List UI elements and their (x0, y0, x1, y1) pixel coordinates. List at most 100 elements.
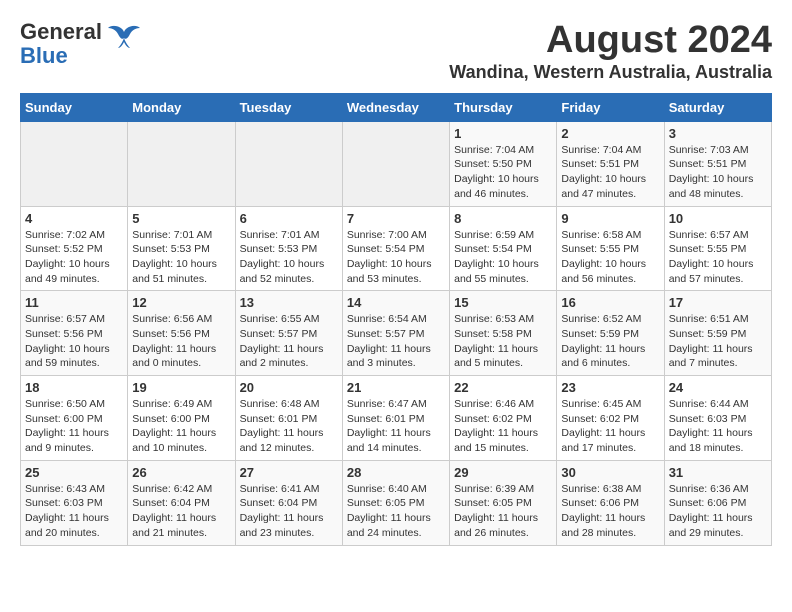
day-number: 31 (669, 465, 767, 480)
day-number: 6 (240, 211, 338, 226)
day-number: 22 (454, 380, 552, 395)
calendar-cell: 27 Sunrise: 6:41 AM Sunset: 6:04 PM Dayli… (235, 460, 342, 545)
calendar-cell: 7 Sunrise: 7:00 AM Sunset: 5:54 PM Daylig… (342, 206, 449, 291)
day-number: 14 (347, 295, 445, 310)
day-number: 11 (25, 295, 123, 310)
calendar-cell: 25 Sunrise: 6:43 AM Sunset: 6:03 PM Dayli… (21, 460, 128, 545)
calendar-cell (128, 121, 235, 206)
header-day-sunday: Sunday (21, 93, 128, 121)
header-day-thursday: Thursday (450, 93, 557, 121)
day-detail: Sunrise: 6:52 AM Sunset: 5:59 PM Dayligh… (561, 312, 659, 371)
day-detail: Sunrise: 6:49 AM Sunset: 6:00 PM Dayligh… (132, 397, 230, 456)
calendar-cell: 1 Sunrise: 7:04 AM Sunset: 5:50 PM Daylig… (450, 121, 557, 206)
day-detail: Sunrise: 7:04 AM Sunset: 5:50 PM Dayligh… (454, 143, 552, 202)
day-number: 27 (240, 465, 338, 480)
day-number: 19 (132, 380, 230, 395)
calendar-cell: 15Sunrise: 6:53 AM Sunset: 5:58 PM Dayli… (450, 291, 557, 376)
calendar-week-1: 1 Sunrise: 7:04 AM Sunset: 5:50 PM Daylig… (21, 121, 772, 206)
day-number: 15 (454, 295, 552, 310)
day-detail: Sunrise: 6:44 AM Sunset: 6:03 PM Dayligh… (669, 397, 767, 456)
day-detail: Sunrise: 6:36 AM Sunset: 6:06 PM Dayligh… (669, 482, 767, 541)
page-header: General Blue August 2024 Wandina, Wester… (20, 20, 772, 83)
day-detail: Sunrise: 6:58 AM Sunset: 5:55 PM Dayligh… (561, 228, 659, 287)
day-number: 21 (347, 380, 445, 395)
header-day-tuesday: Tuesday (235, 93, 342, 121)
calendar-cell: 10 Sunrise: 6:57 AM Sunset: 5:55 PM Dayli… (664, 206, 771, 291)
calendar-body: 1 Sunrise: 7:04 AM Sunset: 5:50 PM Daylig… (21, 121, 772, 545)
day-number: 18 (25, 380, 123, 395)
calendar-cell: 26Sunrise: 6:42 AM Sunset: 6:04 PM Dayli… (128, 460, 235, 545)
day-number: 10 (669, 211, 767, 226)
calendar-cell: 13Sunrise: 6:55 AM Sunset: 5:57 PM Dayli… (235, 291, 342, 376)
day-detail: Sunrise: 6:47 AM Sunset: 6:01 PM Dayligh… (347, 397, 445, 456)
day-detail: Sunrise: 6:42 AM Sunset: 6:04 PM Dayligh… (132, 482, 230, 541)
day-number: 7 (347, 211, 445, 226)
calendar-cell: 28 Sunrise: 6:40 AM Sunset: 6:05 PM Dayli… (342, 460, 449, 545)
day-detail: Sunrise: 6:55 AM Sunset: 5:57 PM Dayligh… (240, 312, 338, 371)
calendar-cell: 11 Sunrise: 6:57 AM Sunset: 5:56 PM Dayli… (21, 291, 128, 376)
day-detail: Sunrise: 6:45 AM Sunset: 6:02 PM Dayligh… (561, 397, 659, 456)
calendar-table: SundayMondayTuesdayWednesdayThursdayFrid… (20, 93, 772, 546)
day-detail: Sunrise: 7:01 AM Sunset: 5:53 PM Dayligh… (240, 228, 338, 287)
calendar-cell: 17 Sunrise: 6:51 AM Sunset: 5:59 PM Dayli… (664, 291, 771, 376)
day-number: 29 (454, 465, 552, 480)
day-detail: Sunrise: 6:59 AM Sunset: 5:54 PM Dayligh… (454, 228, 552, 287)
day-detail: Sunrise: 7:03 AM Sunset: 5:51 PM Dayligh… (669, 143, 767, 202)
calendar-cell: 19 Sunrise: 6:49 AM Sunset: 6:00 PM Dayli… (128, 376, 235, 461)
day-number: 8 (454, 211, 552, 226)
calendar-cell: 12 Sunrise: 6:56 AM Sunset: 5:56 PM Dayli… (128, 291, 235, 376)
calendar-cell: 24 Sunrise: 6:44 AM Sunset: 6:03 PM Dayli… (664, 376, 771, 461)
calendar-cell: 14 Sunrise: 6:54 AM Sunset: 5:57 PM Dayli… (342, 291, 449, 376)
day-number: 2 (561, 126, 659, 141)
title-block: August 2024 Wandina, Western Australia, … (449, 20, 772, 83)
day-number: 5 (132, 211, 230, 226)
day-detail: Sunrise: 6:46 AM Sunset: 6:02 PM Dayligh… (454, 397, 552, 456)
calendar-cell: 4 Sunrise: 7:02 AM Sunset: 5:52 PM Daylig… (21, 206, 128, 291)
day-detail: Sunrise: 6:50 AM Sunset: 6:00 PM Dayligh… (25, 397, 123, 456)
day-number: 1 (454, 126, 552, 141)
calendar-cell: 23Sunrise: 6:45 AM Sunset: 6:02 PM Dayli… (557, 376, 664, 461)
day-detail: Sunrise: 6:39 AM Sunset: 6:05 PM Dayligh… (454, 482, 552, 541)
day-detail: Sunrise: 6:40 AM Sunset: 6:05 PM Dayligh… (347, 482, 445, 541)
day-detail: Sunrise: 7:04 AM Sunset: 5:51 PM Dayligh… (561, 143, 659, 202)
calendar-cell: 30Sunrise: 6:38 AM Sunset: 6:06 PM Dayli… (557, 460, 664, 545)
calendar-cell: 8 Sunrise: 6:59 AM Sunset: 5:54 PM Daylig… (450, 206, 557, 291)
logo-text: General Blue (20, 20, 102, 68)
header-day-wednesday: Wednesday (342, 93, 449, 121)
header-day-saturday: Saturday (664, 93, 771, 121)
day-number: 28 (347, 465, 445, 480)
logo: General Blue (20, 20, 142, 68)
calendar-cell: 22 Sunrise: 6:46 AM Sunset: 6:02 PM Dayli… (450, 376, 557, 461)
day-detail: Sunrise: 6:43 AM Sunset: 6:03 PM Dayligh… (25, 482, 123, 541)
header-day-monday: Monday (128, 93, 235, 121)
day-detail: Sunrise: 6:57 AM Sunset: 5:56 PM Dayligh… (25, 312, 123, 371)
day-detail: Sunrise: 6:57 AM Sunset: 5:55 PM Dayligh… (669, 228, 767, 287)
calendar-cell: 20Sunrise: 6:48 AM Sunset: 6:01 PM Dayli… (235, 376, 342, 461)
day-detail: Sunrise: 6:48 AM Sunset: 6:01 PM Dayligh… (240, 397, 338, 456)
day-number: 4 (25, 211, 123, 226)
calendar-cell: 18 Sunrise: 6:50 AM Sunset: 6:00 PM Dayli… (21, 376, 128, 461)
calendar-cell: 9 Sunrise: 6:58 AM Sunset: 5:55 PM Daylig… (557, 206, 664, 291)
day-number: 3 (669, 126, 767, 141)
calendar-week-3: 11 Sunrise: 6:57 AM Sunset: 5:56 PM Dayli… (21, 291, 772, 376)
day-detail: Sunrise: 6:56 AM Sunset: 5:56 PM Dayligh… (132, 312, 230, 371)
day-number: 25 (25, 465, 123, 480)
calendar-week-4: 18 Sunrise: 6:50 AM Sunset: 6:00 PM Dayli… (21, 376, 772, 461)
day-number: 30 (561, 465, 659, 480)
day-number: 12 (132, 295, 230, 310)
day-detail: Sunrise: 6:41 AM Sunset: 6:04 PM Dayligh… (240, 482, 338, 541)
calendar-week-2: 4 Sunrise: 7:02 AM Sunset: 5:52 PM Daylig… (21, 206, 772, 291)
day-detail: Sunrise: 7:02 AM Sunset: 5:52 PM Dayligh… (25, 228, 123, 287)
day-detail: Sunrise: 7:00 AM Sunset: 5:54 PM Dayligh… (347, 228, 445, 287)
day-detail: Sunrise: 6:54 AM Sunset: 5:57 PM Dayligh… (347, 312, 445, 371)
calendar-cell: 29 Sunrise: 6:39 AM Sunset: 6:05 PM Dayli… (450, 460, 557, 545)
day-detail: Sunrise: 6:51 AM Sunset: 5:59 PM Dayligh… (669, 312, 767, 371)
calendar-cell: 3 Sunrise: 7:03 AM Sunset: 5:51 PM Daylig… (664, 121, 771, 206)
day-number: 16 (561, 295, 659, 310)
calendar-cell: 16 Sunrise: 6:52 AM Sunset: 5:59 PM Dayli… (557, 291, 664, 376)
day-number: 17 (669, 295, 767, 310)
calendar-week-5: 25 Sunrise: 6:43 AM Sunset: 6:03 PM Dayli… (21, 460, 772, 545)
day-number: 9 (561, 211, 659, 226)
header-day-friday: Friday (557, 93, 664, 121)
day-number: 24 (669, 380, 767, 395)
